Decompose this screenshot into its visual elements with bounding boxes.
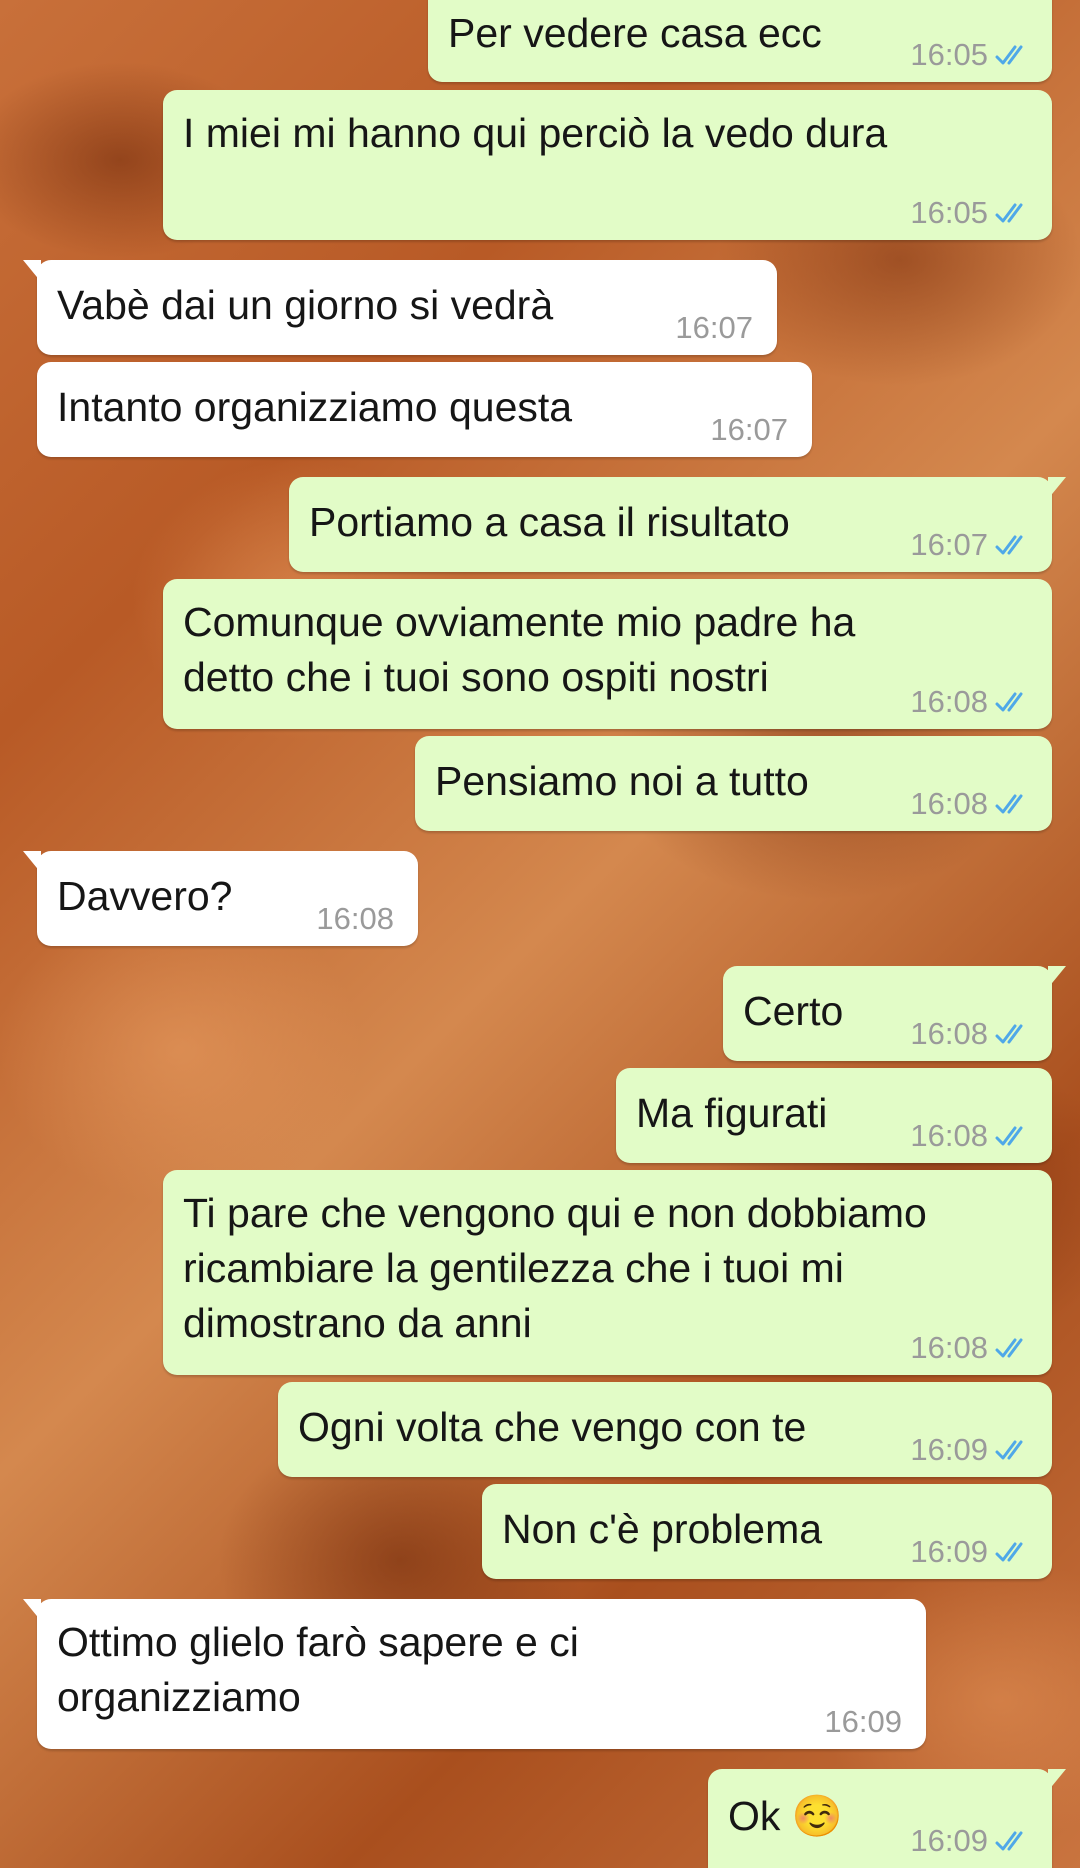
message-meta: 16:09 xyxy=(824,1705,902,1739)
message-bubble-outgoing[interactable]: Ti pare che vengono qui e non dobbiamo r… xyxy=(163,1170,1052,1375)
message-meta: 16:07 xyxy=(675,311,753,345)
message-bubble-outgoing[interactable]: Per vedere casa ecc 16:05 xyxy=(428,0,1052,82)
message-meta: 16:05 xyxy=(910,196,1034,230)
message-time: 16:09 xyxy=(910,1823,988,1858)
message-bubble-outgoing[interactable]: Ogni volta che vengo con te 16:09 xyxy=(278,1382,1052,1477)
double-check-icon xyxy=(995,1126,1023,1146)
message-bubble-outgoing[interactable]: I miei mi hanno qui perciò la vedo dura … xyxy=(163,90,1052,240)
message-time: 16:09 xyxy=(824,1704,902,1739)
double-check-icon xyxy=(995,1024,1023,1044)
message-meta: 16:08 xyxy=(316,902,394,936)
message-time: 16:07 xyxy=(675,310,753,345)
message-time: 16:08 xyxy=(910,684,988,719)
message-meta: 16:07 xyxy=(910,528,1034,562)
message-meta: 16:08 xyxy=(910,1331,1034,1365)
message-time: 16:08 xyxy=(910,1118,988,1153)
message-text: Ti pare che vengono qui e non dobbiamo r… xyxy=(183,1190,927,1346)
message-meta: 16:08 xyxy=(910,1119,1034,1153)
message-time: 16:05 xyxy=(910,195,988,230)
message-text: Vabè dai un giorno si vedrà xyxy=(57,282,554,328)
message-bubble-outgoing[interactable]: Pensiamo noi a tutto 16:08 xyxy=(415,736,1052,831)
message-time: 16:08 xyxy=(316,901,394,936)
message-text: I miei mi hanno qui perciò la vedo dura xyxy=(183,110,888,156)
message-time: 16:09 xyxy=(910,1432,988,1467)
message-bubble-outgoing[interactable]: Non c'è problema 16:09 xyxy=(482,1484,1052,1579)
double-check-icon xyxy=(995,1440,1023,1460)
message-bubble-incoming[interactable]: Intanto organizziamo questa 16:07 xyxy=(37,362,812,457)
message-bubble-incoming[interactable]: Davvero? 16:08 xyxy=(23,851,418,946)
message-text: Intanto organizziamo questa xyxy=(57,384,573,430)
message-time: 16:09 xyxy=(910,1534,988,1569)
message-time: 16:08 xyxy=(910,1016,988,1051)
message-bubble-outgoing[interactable]: Comunque ovviamente mio padre ha detto c… xyxy=(163,579,1052,729)
message-meta: 16:09 xyxy=(910,1433,1034,1467)
double-check-icon xyxy=(995,1542,1023,1562)
message-bubble-incoming[interactable]: Vabè dai un giorno si vedrà 16:07 xyxy=(23,260,777,355)
double-check-icon xyxy=(995,203,1023,223)
message-time: 16:08 xyxy=(910,1330,988,1365)
message-meta: 16:09 xyxy=(910,1824,1034,1858)
double-check-icon xyxy=(995,794,1023,814)
message-time: 16:07 xyxy=(710,412,788,447)
message-meta: 16:08 xyxy=(910,685,1034,719)
message-bubble-incoming[interactable]: Ottimo glielo farò sapere e ci organizzi… xyxy=(23,1599,926,1749)
double-check-icon xyxy=(995,1831,1023,1851)
message-time: 16:07 xyxy=(910,527,988,562)
message-time: 16:05 xyxy=(910,37,988,72)
double-check-icon xyxy=(995,1338,1023,1358)
message-meta: 16:09 xyxy=(910,1535,1034,1569)
message-bubble-outgoing[interactable]: Ok ☺️ 16:09 xyxy=(708,1769,1066,1868)
double-check-icon xyxy=(995,535,1023,555)
double-check-icon xyxy=(995,45,1023,65)
message-meta: 16:05 xyxy=(910,38,1034,72)
message-meta: 16:07 xyxy=(710,413,788,447)
message-text: Comunque ovviamente mio padre ha detto c… xyxy=(183,599,856,700)
message-bubble-outgoing[interactable]: Portiamo a casa il risultato 16:07 xyxy=(289,477,1066,572)
message-bubble-outgoing[interactable]: Ma figurati 16:08 xyxy=(616,1068,1052,1163)
message-bubble-outgoing[interactable]: Certo 16:08 xyxy=(723,966,1066,1061)
message-time: 16:08 xyxy=(910,786,988,821)
message-text: Ottimo glielo farò sapere e ci organizzi… xyxy=(57,1619,579,1720)
chat-conversation: Per vedere casa ecc 16:05 I miei mi hann… xyxy=(0,0,1080,1868)
message-meta: 16:08 xyxy=(910,787,1034,821)
message-meta: 16:08 xyxy=(910,1017,1034,1051)
double-check-icon xyxy=(995,692,1023,712)
